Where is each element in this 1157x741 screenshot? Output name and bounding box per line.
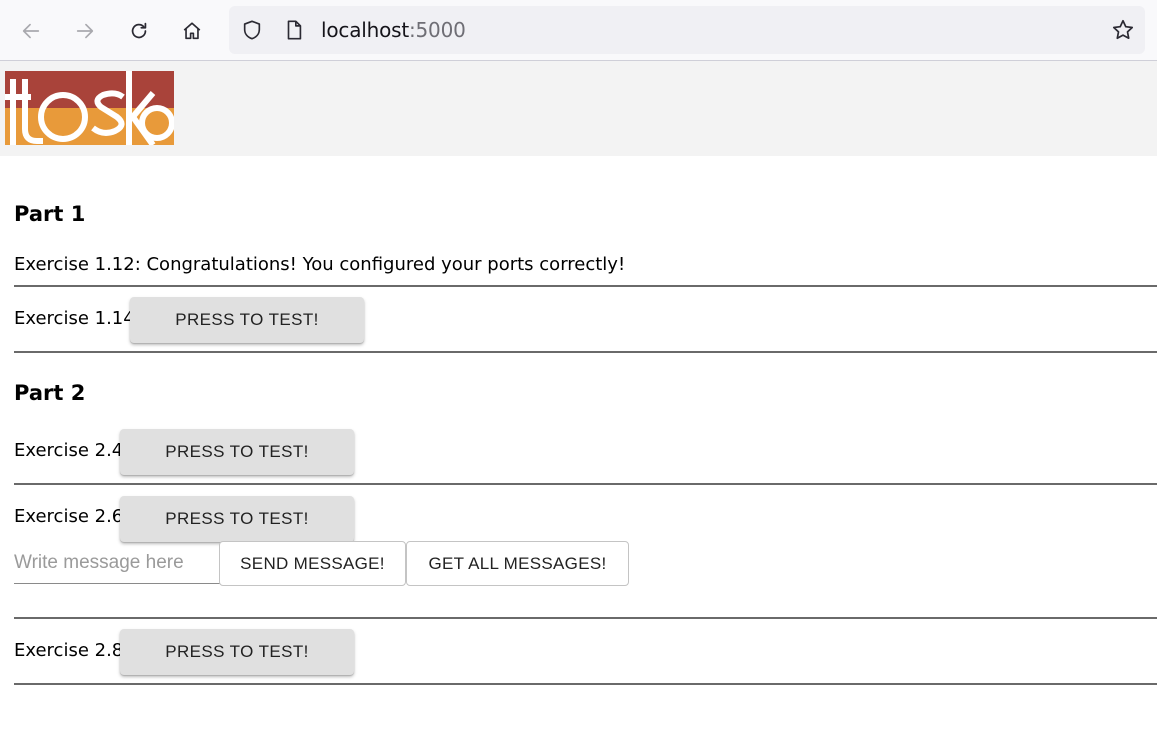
url-port: :5000 <box>408 18 466 42</box>
exercise-2-6-test-button[interactable]: PRESS TO TEST! <box>120 496 354 542</box>
site-header <box>0 61 1157 156</box>
part-2-title: Part 2 <box>14 381 86 405</box>
divider <box>14 617 1157 619</box>
send-message-button[interactable]: SEND MESSAGE! <box>219 541 406 586</box>
home-icon[interactable] <box>175 14 209 48</box>
url-text[interactable]: localhost:5000 <box>321 18 466 42</box>
exercise-2-4-label: Exercise 2.4: <box>14 440 130 461</box>
get-all-messages-button[interactable]: GET ALL MESSAGES! <box>406 541 629 586</box>
browser-toolbar: localhost:5000 <box>0 0 1157 61</box>
exercise-1-14-test-button[interactable]: PRESS TO TEST! <box>130 297 364 343</box>
divider <box>14 683 1157 685</box>
exercise-2-8-label: Exercise 2.8: <box>14 640 130 661</box>
exercise-1-12-label: Exercise 1.12: Congratulations! You conf… <box>14 254 626 275</box>
address-bar[interactable]: localhost:5000 <box>229 6 1145 54</box>
toska-logo <box>5 71 174 145</box>
exercise-2-4-test-button[interactable]: PRESS TO TEST! <box>120 429 354 475</box>
reload-icon[interactable] <box>122 14 156 48</box>
exercise-1-14-label: Exercise 1.14: <box>14 308 141 329</box>
exercise-2-6-label: Exercise 2.6: <box>14 506 130 527</box>
divider <box>14 351 1157 353</box>
forward-icon[interactable] <box>68 14 102 48</box>
page-icon[interactable] <box>283 19 305 41</box>
shield-icon[interactable] <box>241 19 263 41</box>
url-host: localhost <box>321 18 409 42</box>
part-1-title: Part 1 <box>14 202 86 226</box>
divider <box>14 483 1157 485</box>
back-icon[interactable] <box>14 14 48 48</box>
exercise-2-8-test-button[interactable]: PRESS TO TEST! <box>120 629 354 675</box>
message-input[interactable] <box>14 542 220 584</box>
divider <box>14 285 1157 287</box>
bookmark-star-icon[interactable] <box>1111 18 1135 42</box>
